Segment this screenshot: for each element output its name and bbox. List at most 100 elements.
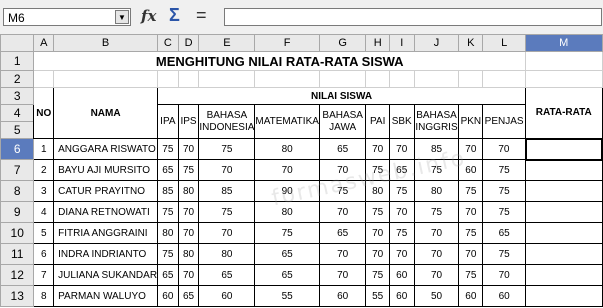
cell[interactable]	[388, 70, 415, 88]
score-cell[interactable]: 85	[198, 180, 256, 202]
average-cell[interactable]	[525, 222, 603, 244]
score-cell[interactable]: 70	[365, 243, 390, 265]
score-cell[interactable]: 75	[157, 243, 179, 265]
row-header[interactable]: 11	[0, 243, 35, 265]
score-cell[interactable]: 70	[413, 222, 460, 244]
score-cell[interactable]: 55	[365, 285, 390, 307]
student-name[interactable]: PARMAN WALUYO	[53, 285, 159, 307]
score-cell[interactable]: 80	[157, 222, 179, 244]
no-header[interactable]: NO	[33, 87, 55, 139]
subject-header[interactable]: BAHASA INGGRIS	[413, 104, 460, 139]
student-name[interactable]: FITRIA ANGGRAINI	[53, 222, 159, 244]
formula-input[interactable]	[224, 8, 602, 26]
score-cell[interactable]: 65	[482, 222, 527, 244]
score-cell[interactable]: 70	[365, 222, 390, 244]
score-cell[interactable]: 75	[198, 138, 256, 160]
row-header[interactable]: 2	[0, 70, 35, 88]
score-cell[interactable]: 60	[388, 264, 415, 286]
row-header[interactable]: 5	[0, 121, 35, 139]
row-header[interactable]: 10	[0, 222, 35, 244]
score-cell[interactable]: 60	[157, 285, 179, 307]
cell[interactable]	[198, 70, 256, 88]
subject-header[interactable]: SBK	[388, 104, 415, 139]
score-cell[interactable]: 70	[177, 222, 200, 244]
row-header[interactable]: 7	[0, 159, 35, 181]
score-cell[interactable]: 70	[388, 201, 415, 223]
score-cell[interactable]: 60	[458, 285, 484, 307]
score-cell[interactable]: 75	[365, 264, 390, 286]
score-cell[interactable]: 75	[365, 159, 390, 181]
score-cell[interactable]: 70	[318, 264, 367, 286]
score-cell[interactable]: 75	[318, 180, 367, 202]
student-no[interactable]: 3	[33, 180, 55, 202]
select-all-corner[interactable]	[0, 34, 35, 52]
score-cell[interactable]: 75	[482, 243, 527, 265]
row-header[interactable]: 4	[0, 104, 35, 122]
cell[interactable]	[33, 70, 55, 88]
cell[interactable]	[525, 51, 603, 71]
average-cell[interactable]	[525, 201, 603, 223]
cell[interactable]	[413, 70, 460, 88]
score-cell[interactable]: 80	[413, 180, 460, 202]
average-cell[interactable]	[525, 264, 603, 286]
row-header[interactable]: 9	[0, 201, 35, 223]
column-header[interactable]: H	[365, 34, 390, 52]
row-header[interactable]: 1	[0, 51, 35, 71]
name-header[interactable]: NAMA	[53, 87, 159, 139]
score-cell[interactable]: 65	[318, 222, 367, 244]
score-cell[interactable]: 75	[458, 180, 484, 202]
score-cell[interactable]: 75	[365, 201, 390, 223]
score-cell[interactable]: 75	[413, 159, 460, 181]
subject-group-header[interactable]: NILAI SISWA	[157, 87, 527, 105]
score-cell[interactable]: 60	[482, 285, 527, 307]
score-cell[interactable]: 80	[177, 180, 200, 202]
score-cell[interactable]: 65	[157, 264, 179, 286]
score-cell[interactable]: 70	[318, 159, 367, 181]
score-cell[interactable]: 80	[365, 180, 390, 202]
student-no[interactable]: 6	[33, 243, 55, 265]
subject-header[interactable]: PKN	[458, 104, 484, 139]
cell[interactable]	[365, 70, 390, 88]
score-cell[interactable]: 75	[177, 159, 200, 181]
score-cell[interactable]: 70	[388, 138, 415, 160]
score-cell[interactable]: 70	[365, 138, 390, 160]
student-no[interactable]: 1	[33, 138, 55, 160]
student-name[interactable]: BAYU AJI MURSITO	[53, 159, 159, 181]
score-cell[interactable]: 75	[388, 180, 415, 202]
score-cell[interactable]: 70	[318, 243, 367, 265]
column-header[interactable]: K	[458, 34, 484, 52]
cell[interactable]	[254, 70, 320, 88]
cell[interactable]	[318, 70, 367, 88]
score-cell[interactable]: 60	[458, 159, 484, 181]
score-cell[interactable]: 55	[254, 285, 320, 307]
column-header[interactable]: D	[177, 34, 200, 52]
score-cell[interactable]: 70	[458, 243, 484, 265]
score-cell[interactable]: 75	[482, 180, 527, 202]
score-cell[interactable]: 70	[482, 138, 527, 160]
score-cell[interactable]: 70	[388, 243, 415, 265]
row-header[interactable]: 3	[0, 87, 35, 105]
score-cell[interactable]: 80	[254, 201, 320, 223]
student-name[interactable]: CATUR PRAYITNO	[53, 180, 159, 202]
name-box[interactable]: M6 ▼	[3, 8, 131, 26]
score-cell[interactable]: 70	[458, 138, 484, 160]
score-cell[interactable]: 75	[254, 222, 320, 244]
column-header[interactable]: B	[53, 34, 159, 52]
score-cell[interactable]: 70	[198, 159, 256, 181]
score-cell[interactable]: 70	[413, 243, 460, 265]
score-cell[interactable]: 75	[198, 201, 256, 223]
average-cell[interactable]	[525, 159, 603, 181]
score-cell[interactable]: 80	[177, 243, 200, 265]
cell[interactable]	[53, 70, 159, 88]
score-cell[interactable]: 75	[482, 159, 527, 181]
average-cell[interactable]	[525, 180, 603, 202]
score-cell[interactable]: 75	[388, 222, 415, 244]
score-cell[interactable]: 65	[388, 159, 415, 181]
student-name[interactable]: DIANA RETNOWATI	[53, 201, 159, 223]
score-cell[interactable]: 65	[157, 159, 179, 181]
student-no[interactable]: 8	[33, 285, 55, 307]
student-name[interactable]: ANGGARA RISWATO	[53, 138, 159, 160]
score-cell[interactable]: 70	[458, 201, 484, 223]
sheet-title[interactable]: MENGHITUNG NILAI RATA-RATA SISWA	[33, 51, 527, 71]
student-no[interactable]: 4	[33, 201, 55, 223]
